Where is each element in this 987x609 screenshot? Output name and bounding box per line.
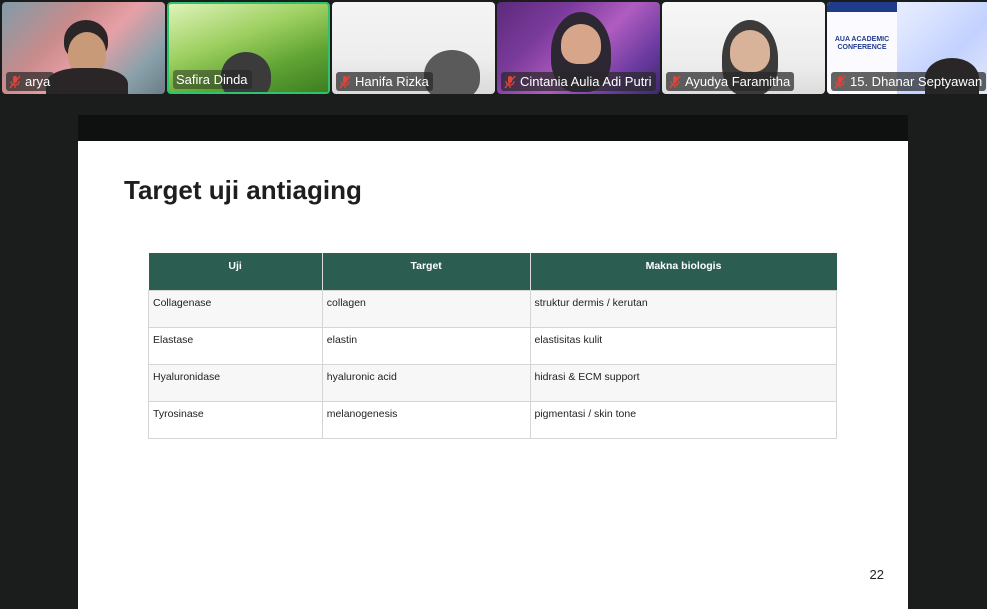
participant-body <box>46 68 128 94</box>
mic-muted-icon <box>339 75 351 88</box>
participant-tile-arya[interactable]: arya <box>2 2 165 94</box>
participant-name: arya <box>25 74 51 89</box>
table-cell: hidrasi & ECM support <box>529 363 837 402</box>
table-cell: melanogenesis <box>321 400 531 439</box>
table-cell: struktur dermis / kerutan <box>529 289 837 328</box>
mic-muted-icon <box>834 75 846 88</box>
name-tag: Safira Dinda <box>173 70 252 89</box>
mic-muted-icon <box>669 75 681 88</box>
name-tag: Hanifa Rizka <box>336 72 433 91</box>
table-cell: Hyaluronidase <box>148 363 323 402</box>
column-header-uji: Uji <box>148 253 323 290</box>
participant-name: Safira Dinda <box>176 72 248 87</box>
participant-face <box>561 24 601 64</box>
presentation-slide: Target uji antiaging Uji Target Makna bi… <box>78 141 908 609</box>
table-header-row: Uji Target Makna biologis <box>148 253 837 290</box>
poster-band <box>827 2 897 12</box>
name-tag: Ayudya Faramitha <box>666 72 795 91</box>
participant-face <box>730 30 770 72</box>
column-header-target: Target <box>322 253 531 290</box>
participant-name: 15. Dhanar Septyawan <box>850 74 983 89</box>
participant-name: Hanifa Rizka <box>355 74 429 89</box>
participant-strip: arya Safira Dinda Hanifa Rizka Cintania … <box>0 0 987 96</box>
name-tag: arya <box>6 72 55 91</box>
name-tag: 15. Dhanar Septyawan <box>831 72 987 91</box>
meeting-window: arya Safira Dinda Hanifa Rizka Cintania … <box>0 0 987 609</box>
table-cell: Elastase <box>148 326 323 365</box>
participant-tile-hanifa-rizka[interactable]: Hanifa Rizka <box>332 2 495 94</box>
participant-tile-cintania-aulia-adi-putri[interactable]: Cintania Aulia Adi Putri <box>497 2 660 94</box>
table-cell: elastisitas kulit <box>529 326 837 365</box>
table-cell: elastin <box>321 326 531 365</box>
table-row: Hyaluronidase hyaluronic acid hidrasi & … <box>148 363 837 402</box>
table-cell: hyaluronic acid <box>321 363 531 402</box>
table-row: Tyrosinase melanogenesis pigmentasi / sk… <box>148 400 837 439</box>
shared-screen: Target uji antiaging Uji Target Makna bi… <box>78 115 908 609</box>
column-header-makna-biologis: Makna biologis <box>530 253 837 290</box>
participant-name: Ayudya Faramitha <box>685 74 791 89</box>
mic-muted-icon <box>9 75 21 88</box>
table-cell: pigmentasi / skin tone <box>529 400 837 439</box>
participant-name: Cintania Aulia Adi Putri <box>520 74 652 89</box>
participant-tile-safira-dinda[interactable]: Safira Dinda <box>167 2 330 94</box>
participant-tile-ayudya-faramitha[interactable]: Ayudya Faramitha <box>662 2 825 94</box>
table-cell: Collagenase <box>148 289 323 328</box>
name-tag: Cintania Aulia Adi Putri <box>501 72 656 91</box>
table-cell: Tyrosinase <box>148 400 323 439</box>
mic-muted-icon <box>504 75 516 88</box>
table-row: Elastase elastin elastisitas kulit <box>148 326 837 365</box>
table-row: Collagenase collagen struktur dermis / k… <box>148 289 837 328</box>
slide-title: Target uji antiaging <box>124 175 362 205</box>
data-table: Uji Target Makna biologis Collagenase co… <box>148 253 837 439</box>
antiaging-table: Uji Target Makna biologis Collagenase co… <box>148 253 837 439</box>
slide-page-number: 22 <box>869 567 884 582</box>
poster-text: AUA ACADEMIC CONFERENCE <box>834 36 890 51</box>
table-cell: collagen <box>321 289 531 328</box>
participant-tile-dhanar-septyawan[interactable]: AUA ACADEMIC CONFERENCE 15. Dhanar Septy… <box>827 2 987 94</box>
